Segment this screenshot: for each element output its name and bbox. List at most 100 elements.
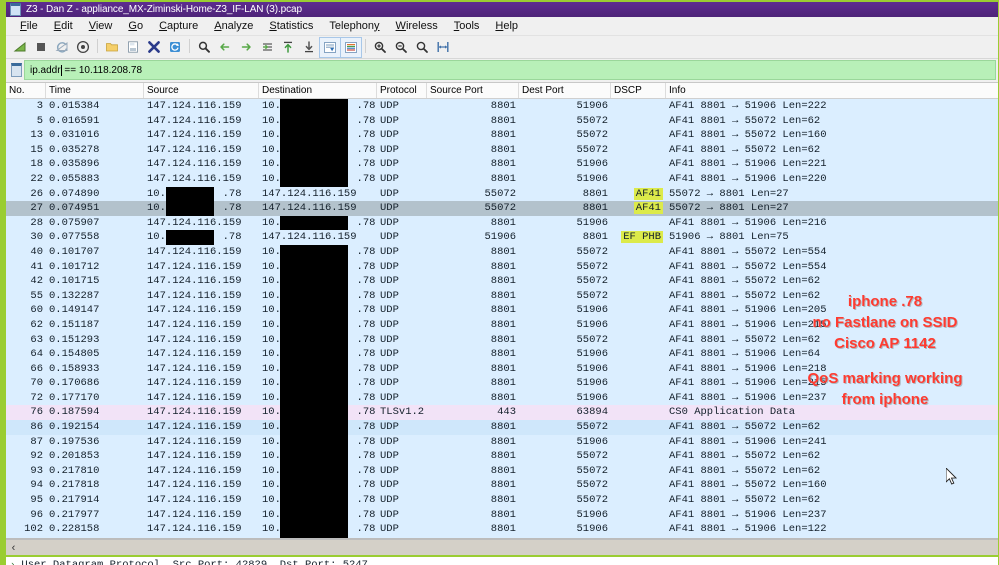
tree-expander-icon[interactable]: › [10, 560, 15, 565]
cell-info: AF41 8801 → 51906 Len=122 [669, 523, 827, 536]
column-header-source-port[interactable]: Source Port [427, 83, 519, 98]
menu-item-edit[interactable]: Edit [46, 19, 81, 34]
cell-source-port: 8801 [490, 362, 516, 375]
go-to-first-packet-icon[interactable] [278, 38, 298, 57]
cell-source-port: 8801 [490, 494, 516, 507]
close-file-icon[interactable] [144, 38, 164, 57]
cell-no: 28 [30, 216, 43, 229]
table-row[interactable]: 66 0.158933 147.124.116.159 10. .78 UDP 8801 5… [6, 361, 998, 377]
menu-item-file[interactable]: File [12, 19, 46, 34]
cell-no: 3 [36, 100, 43, 112]
table-row[interactable]: 60 0.149147 147.124.116.159 10. .78 UDP 8801 5… [6, 303, 998, 318]
zoom-in-icon[interactable] [370, 38, 390, 57]
menu-item-statistics[interactable]: Statistics [261, 19, 321, 34]
table-row[interactable]: 5 0.016591 147.124.116.159 10. .78 UDP 8801 55… [6, 113, 998, 129]
menu-item-help[interactable]: Help [487, 19, 526, 34]
column-header-info[interactable]: Info [666, 83, 998, 98]
table-row[interactable]: 62 0.151187 147.124.116.159 10. .78 UDP 8801 5… [6, 317, 998, 333]
table-row[interactable]: 70 0.170686 147.124.116.159 10. .78 UDP 8801 5… [6, 376, 998, 391]
stop-capture-icon[interactable] [31, 38, 51, 57]
cell-time: 0.101715 [49, 275, 100, 288]
table-row[interactable]: 92 0.201853 147.124.116.159 10. .78 UDP 8801 5… [6, 449, 998, 464]
menu-item-go[interactable]: Go [120, 19, 151, 34]
column-header-dest-port[interactable]: Dest Port [519, 83, 611, 98]
table-row[interactable]: 86 0.192154 147.124.116.159 10. .78 UDP 8801 5… [6, 420, 998, 435]
table-row[interactable]: 40 0.101707 147.124.116.159 10. .78 UDP 8801 5… [6, 244, 998, 260]
table-row[interactable]: 96 0.217977 147.124.116.159 10. .78 UDP 8801 5… [6, 507, 998, 523]
table-row[interactable]: 28 0.075907 147.124.116.159 10. .78 UDP 8801 5… [6, 215, 998, 231]
auto-scroll-icon[interactable] [319, 36, 341, 58]
table-row[interactable]: 94 0.217818 147.124.116.159 10. .78 UDP 8801 5… [6, 478, 998, 494]
cell-destination: 10. .78 [262, 361, 376, 377]
start-capture-icon[interactable] [10, 38, 30, 57]
cell-no: 86 [30, 421, 43, 434]
menu-item-telephony[interactable]: Telephony [321, 19, 387, 34]
table-row[interactable]: 1030.233017147.124.116.15910. .78UDP8801… [6, 536, 998, 539]
cell-source: 10. .78 [147, 201, 242, 216]
display-filter-input[interactable]: ip.addr == 10.118.208.78 [24, 60, 996, 80]
table-row[interactable]: 55 0.132287 147.124.116.159 10. .78 UDP 8801 5… [6, 288, 998, 304]
menu-item-tools[interactable]: Tools [446, 19, 488, 34]
zoom-reset-icon[interactable] [412, 38, 432, 57]
table-row[interactable]: 72 0.177170 147.124.116.159 10. .78 UDP 8801 5… [6, 390, 998, 406]
go-forward-icon[interactable] [236, 38, 256, 57]
redaction-box [280, 113, 348, 129]
go-to-last-packet-icon[interactable] [299, 38, 319, 57]
menu-item-wireless[interactable]: Wireless [388, 19, 446, 34]
table-row[interactable]: 27 0.074951 10. .78 147.124.116.159 UDP 55072… [6, 201, 998, 216]
packet-list[interactable]: No. Time Source Destination Protocol Sou… [6, 83, 998, 539]
reload-file-icon[interactable] [165, 38, 185, 57]
cell-destination: 10. .78 [262, 463, 376, 479]
column-header-protocol[interactable]: Protocol [377, 83, 427, 98]
scroll-left-arrow[interactable]: ‹ [6, 540, 21, 555]
capture-options-icon[interactable] [73, 38, 93, 57]
go-to-packet-icon[interactable] [257, 38, 277, 57]
filter-bookmark-icon[interactable] [8, 60, 24, 80]
menu-item-view[interactable]: View [81, 19, 121, 34]
cell-protocol: UDP [380, 231, 399, 244]
cell-protocol: UDP [380, 450, 399, 463]
cell-protocol: UDP [380, 289, 399, 302]
open-file-icon[interactable] [102, 38, 122, 57]
column-header-destination[interactable]: Destination [259, 83, 377, 98]
table-row[interactable]: 30 0.077558 10. .78 147.124.116.159 UDP 51906… [6, 230, 998, 245]
zoom-out-icon[interactable] [391, 38, 411, 57]
cell-source: 147.124.116.159 [147, 348, 242, 361]
cell-time: 0.101707 [49, 245, 100, 258]
column-header-source[interactable]: Source [144, 83, 259, 98]
colorize-packets-icon[interactable] [340, 36, 362, 58]
horizontal-scrollbar[interactable]: ‹ [6, 539, 998, 555]
go-back-icon[interactable] [215, 38, 235, 57]
table-row[interactable]: 15 0.035278 147.124.116.159 10. .78 UDP 8801 5… [6, 142, 998, 158]
menu-item-capture[interactable]: Capture [151, 19, 206, 34]
cell-source-port: 8801 [490, 435, 516, 448]
table-row[interactable]: 64 0.154805 147.124.116.159 10. .78 UDP 8801 5… [6, 347, 998, 362]
cell-dest-port: 51906 [576, 318, 608, 331]
table-row[interactable]: 76 0.187594 147.124.116.159 10. .78 TLSv1.2 4… [6, 405, 998, 421]
table-row[interactable]: 63 0.151293 147.124.116.159 10. .78 UDP 8801 5… [6, 332, 998, 348]
table-row[interactable]: 87 0.197536 147.124.116.159 10. .78 UDP 8801 5… [6, 434, 998, 450]
table-row[interactable]: 93 0.217810 147.124.116.159 10. .78 UDP 8801 5… [6, 463, 998, 479]
save-file-icon[interactable] [123, 38, 143, 57]
table-row[interactable]: 42 0.101715 147.124.116.159 10. .78 UDP 8801 5… [6, 274, 998, 289]
cell-info: AF41 8801 → 55072 Len=62 [666, 537, 998, 539]
scroll-track[interactable] [21, 540, 998, 555]
packet-detail-pane[interactable]: › User Datagram Protocol, Src Port: 4282… [6, 555, 998, 565]
resize-columns-icon[interactable] [433, 38, 453, 57]
table-row[interactable]: 102 0.228158 147.124.116.159 10. .78 UDP 8801… [6, 522, 998, 537]
table-row[interactable]: 95 0.217914 147.124.116.159 10. .78 UDP 8801 5… [6, 493, 998, 508]
table-row[interactable]: 3 0.015384 147.124.116.159 10. .78 UDP 8801 51… [6, 99, 998, 114]
table-row[interactable]: 18 0.035896 147.124.116.159 10. .78 UDP 8801 5… [6, 157, 998, 172]
menu-item-analyze[interactable]: Analyze [206, 19, 261, 34]
table-row[interactable]: 26 0.074890 10. .78 147.124.116.159 UDP 55072… [6, 186, 998, 202]
restart-capture-icon[interactable] [52, 38, 72, 57]
packet-rows[interactable]: 3 0.015384 147.124.116.159 10. .78 UDP 8801 51… [6, 99, 998, 539]
column-header-time[interactable]: Time [46, 83, 144, 98]
cell-dest-port: 51906 [576, 348, 608, 361]
column-header-dscp[interactable]: DSCP [611, 83, 666, 98]
column-header-no[interactable]: No. [6, 83, 46, 98]
find-packet-icon[interactable] [194, 38, 214, 57]
table-row[interactable]: 22 0.055883 147.124.116.159 10. .78 UDP 8801 5… [6, 171, 998, 187]
table-row[interactable]: 13 0.031016 147.124.116.159 10. .78 UDP 8801 5… [6, 128, 998, 143]
table-row[interactable]: 41 0.101712 147.124.116.159 10. .78 UDP 8801 5… [6, 259, 998, 275]
